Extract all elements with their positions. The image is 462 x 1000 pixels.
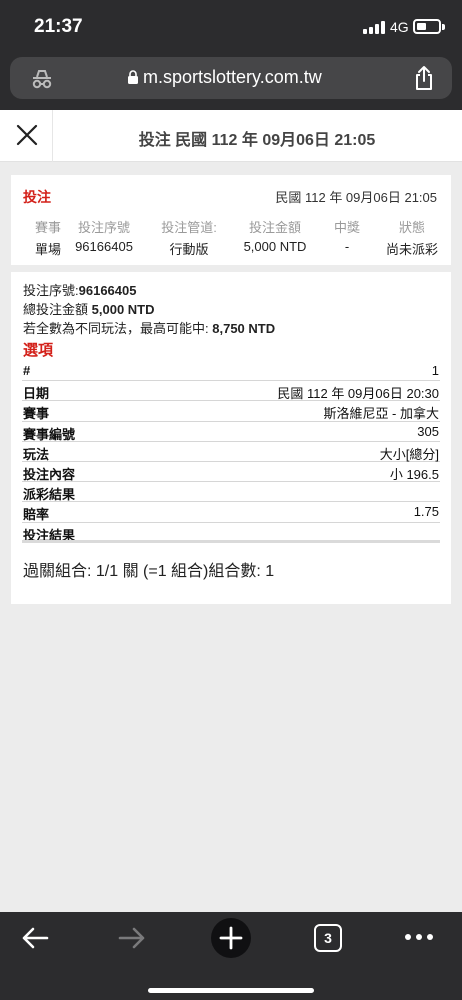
table-row: 賽事 斯洛維尼亞 - 加拿大 [22, 401, 440, 422]
table-divider [22, 540, 440, 543]
share-icon[interactable] [413, 65, 435, 91]
summary-label: 投注 [23, 189, 51, 205]
incognito-icon[interactable] [30, 67, 54, 91]
page-title: 投注 民國 112 年 09月06日 21:05 [138, 132, 376, 149]
table-row: #1 [22, 361, 440, 382]
serial-line: 投注序號:96166405 [23, 283, 137, 298]
table-row: 投注內容小 196.5 [22, 462, 440, 483]
selection-table: #1 日期 民國 112 年 09月06日 20:30 賽事 斯洛維尼亞 - 加拿大… [22, 361, 440, 543]
back-arrow-icon[interactable] [20, 925, 50, 951]
address-bar[interactable]: m.sportslottery.com.tw [10, 57, 452, 99]
browser-chrome: 21:37 4G m.sportslottery.com.tw [0, 0, 462, 110]
forward-arrow-icon[interactable] [117, 925, 147, 951]
browser-toolbar: 3 [0, 912, 462, 1000]
tabs-icon[interactable]: 3 [314, 924, 342, 952]
summary-col-serial: 投注序號 96166405 [75, 220, 133, 254]
more-icon[interactable] [404, 932, 434, 942]
table-row: 日期 民國 112 年 09月06日 20:30 [22, 381, 440, 402]
page-header: 投注 民國 112 年 09月06日 21:05 [0, 110, 462, 162]
options-title: 選項 [23, 342, 54, 359]
battery-icon [413, 19, 441, 34]
network-type: 4G [390, 19, 409, 35]
close-icon[interactable] [14, 122, 40, 148]
status-bar: 21:37 4G [0, 0, 462, 55]
table-row: 派彩結果 [22, 482, 440, 503]
bet-summary-card: 投注 民國 112 年 09月06日 21:05 賽事 單場 投注序號 9616… [11, 175, 451, 265]
status-time: 21:37 [34, 16, 83, 37]
summary-datetime: 民國 112 年 09月06日 21:05 [275, 190, 437, 205]
url-text[interactable]: m.sportslottery.com.tw [143, 67, 322, 88]
combo-summary: 過關組合: 1/1 關 (=1 組合)組合數: 1 [23, 563, 275, 580]
home-indicator[interactable] [148, 988, 314, 993]
new-tab-icon[interactable] [210, 917, 252, 959]
summary-col-status: 狀態 尚未派彩 [385, 220, 438, 257]
lock-icon [128, 70, 138, 84]
bet-detail-card: 投注序號:96166405 總投注金額 5,000 NTD 若全數為不同玩法，最… [11, 272, 451, 604]
table-row: 玩法 大小[總分] [22, 442, 440, 462]
signal-icon [363, 21, 385, 34]
table-row: 賽事編號 305 [22, 423, 440, 442]
summary-col-channel: 投注管道: 行動版 [161, 220, 217, 257]
total-line: 總投注金額 5,000 NTD [23, 302, 155, 317]
max-win-line: 若全數為不同玩法，最高可能中: 8,750 NTD [23, 321, 276, 336]
table-row: 賠率 1.75 [22, 504, 440, 523]
summary-col-amount: 投注金額 5,000 NTD [243, 220, 307, 254]
